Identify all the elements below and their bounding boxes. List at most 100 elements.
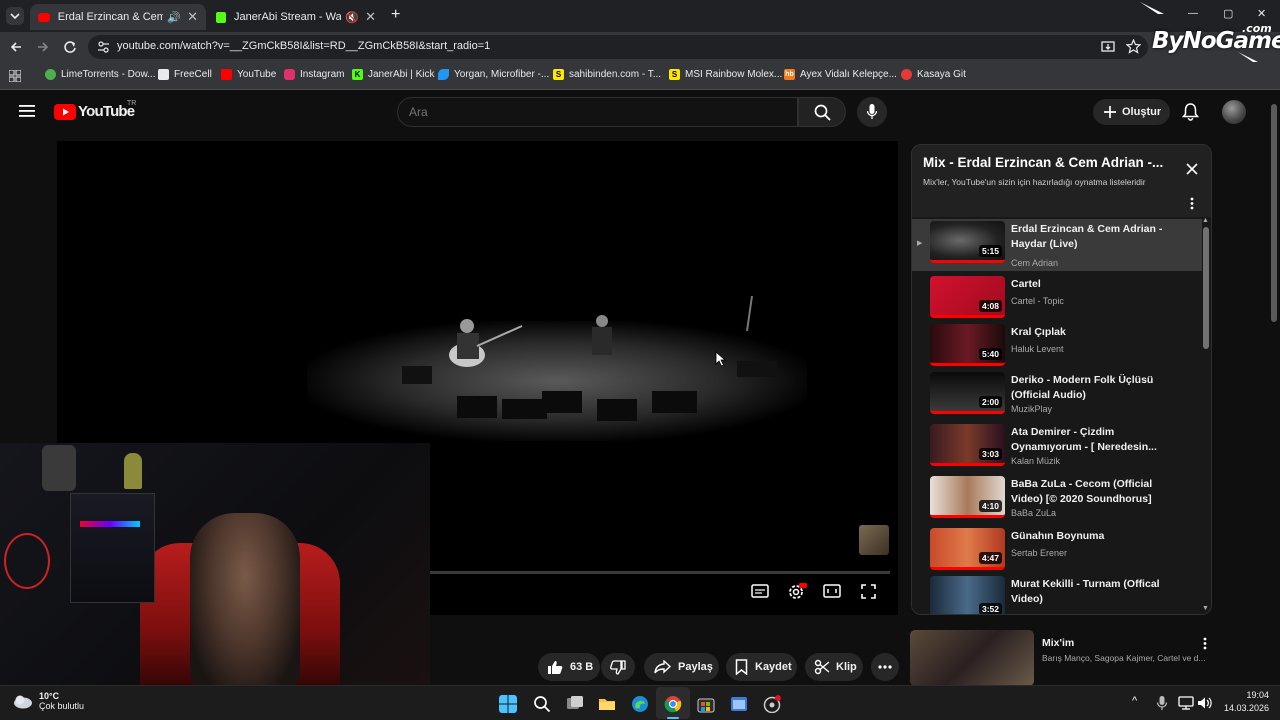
webcam-overlay xyxy=(0,443,430,695)
volume-icon[interactable] xyxy=(1197,696,1213,710)
fullscreen-icon[interactable] xyxy=(861,584,876,599)
voice-search-button[interactable] xyxy=(857,97,887,127)
site-info-icon[interactable] xyxy=(97,41,110,53)
clock-time: 19:04 xyxy=(1246,690,1269,700)
video-thumbnail: 3:03 xyxy=(930,424,1005,466)
steam-app-icon[interactable] xyxy=(763,695,781,713)
file-explorer-icon[interactable] xyxy=(598,695,616,713)
app-window-icon[interactable] xyxy=(730,695,748,713)
back-arrow-icon[interactable] xyxy=(9,40,23,54)
playlist-scrollbar[interactable] xyxy=(1203,227,1209,349)
forward-arrow-icon[interactable] xyxy=(36,40,50,54)
speaker-icon[interactable]: 🔊 xyxy=(167,11,181,24)
clip-button[interactable]: Klip xyxy=(805,653,863,681)
hamburger-menu-icon[interactable] xyxy=(19,104,35,118)
close-icon[interactable] xyxy=(1186,163,1198,175)
clock[interactable]: 19:04 14.03.2026 xyxy=(1219,690,1269,713)
playlist-item[interactable]: 4:08 Cartel Cartel - Topic xyxy=(912,274,1202,326)
sahibinden-icon: S xyxy=(553,69,564,80)
bookmark-kasaya-git[interactable]: Kasaya Git xyxy=(901,69,966,80)
taskbar: 10°C Çok bulutlu ^ 19:04 14.03.2026 xyxy=(0,685,1280,720)
create-button[interactable]: Oluştur xyxy=(1093,99,1170,125)
task-view-icon[interactable] xyxy=(566,695,584,713)
bookmark-label: sahibinden.com - T... xyxy=(569,69,662,80)
avatar[interactable] xyxy=(1222,100,1246,124)
install-app-icon[interactable] xyxy=(1101,40,1115,54)
search-input[interactable] xyxy=(398,98,778,126)
microphone-icon[interactable] xyxy=(1157,696,1167,711)
mouse-cursor-icon xyxy=(715,351,727,367)
more-vertical-icon[interactable] xyxy=(1203,637,1207,650)
close-tab-icon[interactable]: ✕ xyxy=(187,9,198,25)
channel-name: Haluk Levent xyxy=(1011,344,1064,354)
region-code: TR xyxy=(127,100,137,107)
playlist-item[interactable]: 4:47 Günahın Boynuma Sertab Erener xyxy=(912,526,1202,578)
save-button[interactable]: Kaydet xyxy=(726,653,797,681)
page-scrollbar[interactable] xyxy=(1271,104,1277,322)
video-thumbnail: 4:08 xyxy=(930,276,1005,318)
recommendation-item[interactable]: Mix'im Barış Manço, Sagopa Kajmer, Carte… xyxy=(910,630,1215,686)
tab-erdal-erzincan[interactable]: Erdal Erzincan & Cem Adrian 🔊 ✕ xyxy=(30,4,206,30)
channel-name: MuzikPlay xyxy=(1011,404,1053,414)
channel-name: Sertab Erener xyxy=(1011,548,1068,558)
weather-widget[interactable]: 10°C Çok bulutlu xyxy=(12,691,84,711)
reload-icon[interactable] xyxy=(63,40,77,54)
video-thumbnail: 4:47 xyxy=(930,528,1005,570)
close-tab-icon[interactable]: ✕ xyxy=(365,9,376,25)
bookmark-yorgan[interactable]: Yorgan, Microfiber -... xyxy=(438,69,549,80)
theater-mode-icon[interactable] xyxy=(823,584,841,598)
dislike-button[interactable] xyxy=(601,653,635,681)
edge-browser-icon[interactable] xyxy=(631,695,649,713)
store-icon[interactable] xyxy=(697,695,715,713)
playlist-item[interactable]: 3:52 Murat Kekilli - Turnam (Offical Vid… xyxy=(912,574,1202,614)
settings-gear-icon[interactable] xyxy=(787,583,807,601)
bookmark-label: JanerAbi | Kick xyxy=(368,69,435,80)
more-actions-button[interactable] xyxy=(871,653,899,681)
notifications-bell-icon[interactable] xyxy=(1182,103,1199,121)
search-icon[interactable] xyxy=(533,695,551,713)
network-monitor-icon[interactable] xyxy=(1178,696,1194,710)
scroll-down-icon[interactable]: ▼ xyxy=(1202,605,1209,612)
playlist-subtitle: Mix'ler, YouTube'un sizin için hazırladı… xyxy=(923,177,1146,187)
apps-grid-icon[interactable] xyxy=(9,70,21,82)
scroll-up-icon[interactable]: ▲ xyxy=(1202,217,1209,224)
bookmark-janerabi-kick[interactable]: K JanerAbi | Kick xyxy=(352,69,435,80)
bookmark-instagram[interactable]: Instagram xyxy=(284,69,344,80)
video-title: Günahın Boynuma xyxy=(1011,530,1105,542)
more-vertical-icon[interactable] xyxy=(1190,197,1194,210)
plus-icon xyxy=(1104,106,1116,118)
chrome-browser-icon[interactable] xyxy=(664,695,682,713)
video-title: Murat Kekilli - Turnam (Offical Video) xyxy=(1011,578,1160,605)
windows-start-icon[interactable] xyxy=(499,695,517,713)
bookmark-freecell[interactable]: FreeCell xyxy=(158,69,212,80)
pc-case-image xyxy=(70,493,155,603)
bookmark-icon xyxy=(735,659,748,675)
bookmark-youtube[interactable]: YouTube xyxy=(221,69,276,80)
progress-bar[interactable] xyxy=(430,571,890,574)
playlist-item[interactable]: 2:00 Deriko - Modern Folk Üçlüsü (Offici… xyxy=(912,370,1202,422)
search-button[interactable] xyxy=(798,97,846,127)
playlist-title[interactable]: Mix - Erdal Erzincan & Cem Adrian -... xyxy=(923,155,1163,170)
bookmark-sahibinden[interactable]: Ssahibinden.com - T... xyxy=(553,69,661,80)
bookmark-msi-rainbow[interactable]: S MSI Rainbow Molex... xyxy=(669,69,782,80)
playlist-item[interactable]: 3:03 Ata Demirer - Çizdim Oynamıyorum - … xyxy=(912,422,1202,474)
bookmark-label: Kasaya Git xyxy=(917,69,966,80)
tab-janerabi-stream[interactable]: JanerAbi Stream - Watch Li 🔇 ✕ xyxy=(208,4,384,30)
duration-badge: 4:47 xyxy=(978,552,1002,564)
show-hidden-icons-icon[interactable]: ^ xyxy=(1132,695,1137,707)
new-tab-button[interactable]: + xyxy=(391,6,400,24)
youtube-logo[interactable]: YouTube xyxy=(54,103,135,120)
subtitles-icon[interactable] xyxy=(751,584,769,598)
bookmark-limetorrents[interactable]: LimeTorrents - Dow... xyxy=(45,69,155,80)
playlist-item[interactable]: ▶ 5:15 Erdal Erzincan & Cem Adrian - Hay… xyxy=(912,219,1202,271)
share-button[interactable]: Paylaş xyxy=(644,653,719,681)
playlist-item[interactable]: 4:10 BaBa ZuLa - Cecom (Official Video) … xyxy=(912,474,1202,526)
tab-search-button[interactable] xyxy=(6,7,24,25)
playlist-item[interactable]: 5:40 Kral Çıplak Haluk Levent xyxy=(912,322,1202,374)
bookmark-ayex[interactable]: hb Ayex Vidalı Kelepçe... xyxy=(784,69,897,80)
muted-speaker-icon[interactable]: 🔇 xyxy=(345,11,359,24)
duration-badge: 2:00 xyxy=(978,396,1002,408)
like-button[interactable]: 63 B xyxy=(538,653,600,681)
share-label: Paylaş xyxy=(678,661,713,673)
youtube-play-logo-icon xyxy=(54,103,76,120)
